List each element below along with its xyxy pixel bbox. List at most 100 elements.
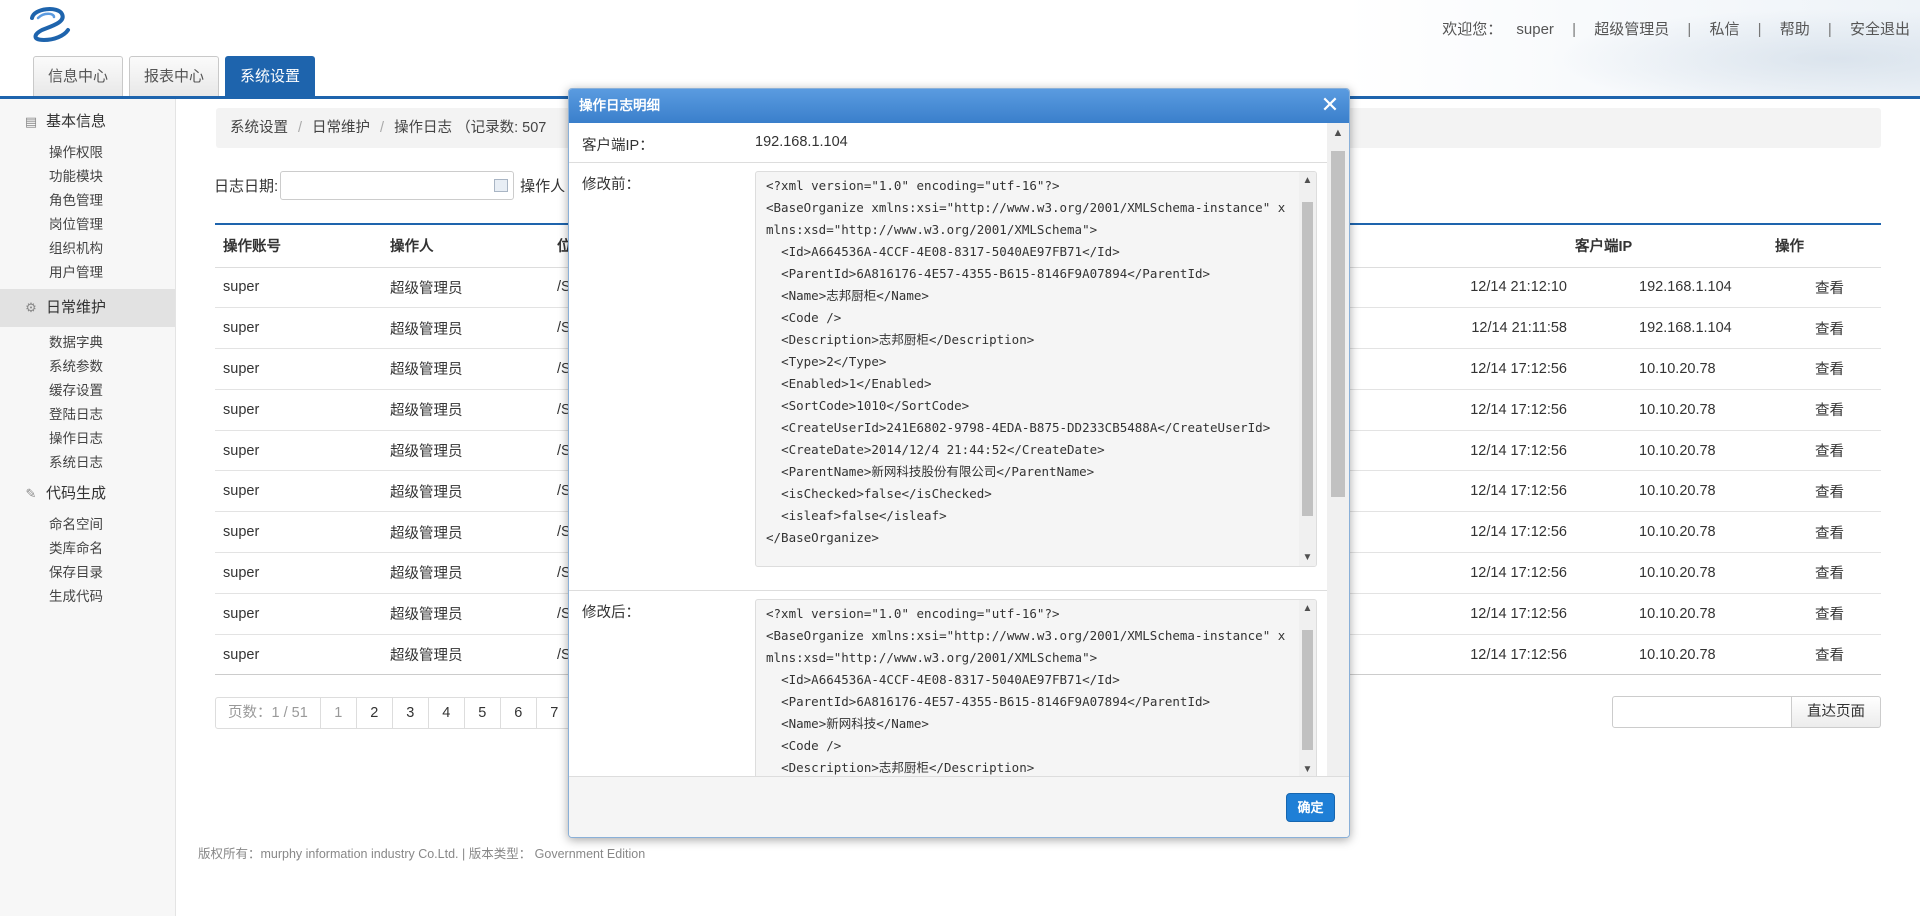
top-header: 欢迎您： super | 超级管理员 | 私信 | 帮助 | 安全退出 信息中心… xyxy=(0,0,1920,99)
footer-copyright: 版权所有：murphy information industry Co.Ltd.… xyxy=(198,847,646,861)
calendar-icon[interactable] xyxy=(494,178,509,192)
operator-filter-label: 操作人 xyxy=(520,177,566,195)
sidebar-item-permissions[interactable]: 操作权限 xyxy=(0,141,175,165)
client-ip-cell: 10.10.20.78 xyxy=(1567,511,1767,554)
sidebar-item-positions[interactable]: 岗位管理 xyxy=(0,213,175,237)
scroll-thumb[interactable] xyxy=(1331,151,1345,497)
client-ip-cell: 10.10.20.78 xyxy=(1567,389,1767,431)
view-link[interactable]: 查看 xyxy=(1767,307,1881,350)
dialog-scrollbar[interactable]: ▲ xyxy=(1327,123,1349,776)
account-cell: super xyxy=(215,348,382,390)
role-link[interactable]: 超级管理员 xyxy=(1594,18,1669,39)
client-ip-cell: 10.10.20.78 xyxy=(1567,348,1767,390)
operator-cell: 超级管理员 xyxy=(382,348,549,390)
sidebar-item-system-params[interactable]: 系统参数 xyxy=(0,355,175,379)
scroll-thumb[interactable] xyxy=(1302,630,1313,750)
sidebar-group-codegen[interactable]: ✎ 代码生成 xyxy=(0,475,175,513)
after-xml-textarea[interactable]: <?xml version="1.0" encoding="utf-16"?> … xyxy=(755,599,1317,776)
tab-info-center[interactable]: 信息中心 xyxy=(33,56,124,98)
sidebar-item-modules[interactable]: 功能模块 xyxy=(0,165,175,189)
sidebar-item-dictionary[interactable]: 数据字典 xyxy=(0,331,175,355)
page-number[interactable]: 2 xyxy=(357,698,393,728)
username-link[interactable]: super xyxy=(1516,21,1554,38)
sidebar-item-system-log[interactable]: 系统日志 xyxy=(0,451,175,475)
sidebar-item-organization[interactable]: 组织机构 xyxy=(0,237,175,261)
view-link[interactable]: 查看 xyxy=(1767,430,1881,472)
view-link[interactable]: 查看 xyxy=(1767,511,1881,554)
goto-page-button[interactable]: 直达页面 xyxy=(1792,696,1881,728)
scroll-down-arrow-icon[interactable]: ▼ xyxy=(1299,549,1316,566)
header-separator: | xyxy=(1757,21,1762,38)
logout-link[interactable]: 安全退出 xyxy=(1850,18,1910,39)
goto-page-input[interactable] xyxy=(1612,696,1792,728)
view-link[interactable]: 查看 xyxy=(1767,593,1881,635)
breadcrumb-item[interactable]: 日常维护 xyxy=(312,120,370,136)
pencil-icon: ✎ xyxy=(25,486,37,501)
dialog-header[interactable]: 操作日志明细 ✕ xyxy=(569,89,1349,123)
page-number[interactable]: 6 xyxy=(501,698,537,728)
scroll-thumb[interactable] xyxy=(1302,202,1313,516)
sidebar-group-basic-info[interactable]: ▤ 基本信息 xyxy=(0,103,175,141)
sidebar-item-class-naming[interactable]: 类库命名 xyxy=(0,537,175,561)
view-link[interactable]: 查看 xyxy=(1767,470,1881,513)
sidebar-item-roles[interactable]: 角色管理 xyxy=(0,189,175,213)
account-cell: super xyxy=(215,389,382,431)
before-xml-textarea[interactable]: <?xml version="1.0" encoding="utf-16"?> … xyxy=(755,171,1317,567)
sidebar-item-operation-log[interactable]: 操作日志 xyxy=(0,427,175,451)
scroll-up-arrow-icon[interactable]: ▲ xyxy=(1299,600,1316,617)
sidebar-group-maintenance[interactable]: ⚙ 日常维护 xyxy=(0,289,175,327)
scroll-up-arrow-icon[interactable]: ▲ xyxy=(1327,127,1349,139)
sidebar-item-login-log[interactable]: 登陆日志 xyxy=(0,403,175,427)
operator-cell: 超级管理员 xyxy=(382,430,549,472)
client-ip-cell: 10.10.20.78 xyxy=(1567,470,1767,513)
after-label: 修改后： xyxy=(582,605,640,621)
tab-report-center[interactable]: 报表中心 xyxy=(129,56,220,98)
page-number[interactable]: 3 xyxy=(393,698,429,728)
page-number[interactable]: 5 xyxy=(465,698,501,728)
view-link[interactable]: 查看 xyxy=(1767,348,1881,390)
column-header[interactable]: 客户端IP xyxy=(1567,224,1767,268)
sidebar-item-save-dir[interactable]: 保存目录 xyxy=(0,561,175,585)
before-xml-scrollbar[interactable]: ▲ ▼ xyxy=(1299,172,1316,566)
messages-link[interactable]: 私信 xyxy=(1709,18,1739,39)
scroll-up-arrow-icon[interactable]: ▲ xyxy=(1299,172,1316,189)
client-ip-cell: 10.10.20.78 xyxy=(1567,552,1767,594)
page-number[interactable]: 4 xyxy=(429,698,465,728)
welcome-label: 欢迎您： xyxy=(1442,21,1503,38)
column-header[interactable]: 操作账号 xyxy=(215,224,382,268)
client-ip-cell: 10.10.20.78 xyxy=(1567,430,1767,472)
sidebar: ▤ 基本信息 操作权限 功能模块 角色管理 岗位管理 组织机构 用户管理 ⚙ 日… xyxy=(0,99,176,916)
client-ip-row: 客户端IP： 192.168.1.104 xyxy=(569,123,1327,163)
view-link[interactable]: 查看 xyxy=(1767,267,1881,309)
after-xml-scrollbar[interactable]: ▲ ▼ xyxy=(1299,600,1316,776)
help-link[interactable]: 帮助 xyxy=(1780,18,1810,39)
view-link[interactable]: 查看 xyxy=(1767,634,1881,676)
header-separator: | xyxy=(1572,21,1577,38)
header-separator: | xyxy=(1687,21,1692,38)
page-number[interactable]: 1 xyxy=(321,698,357,728)
sidebar-group-label: 基本信息 xyxy=(46,113,107,130)
operator-cell: 超级管理员 xyxy=(382,267,549,309)
client-ip-cell: 10.10.20.78 xyxy=(1567,593,1767,635)
view-link[interactable]: 查看 xyxy=(1767,552,1881,594)
confirm-button[interactable]: 确定 xyxy=(1286,793,1335,822)
view-link[interactable]: 查看 xyxy=(1767,389,1881,431)
sidebar-item-namespace[interactable]: 命名空间 xyxy=(0,513,175,537)
operator-cell: 超级管理员 xyxy=(382,511,549,554)
column-header[interactable]: 操作人 xyxy=(382,224,549,268)
account-cell: super xyxy=(215,267,382,309)
after-xml-content: <?xml version="1.0" encoding="utf-16"?> … xyxy=(766,606,1286,775)
sidebar-item-cache[interactable]: 缓存设置 xyxy=(0,379,175,403)
sidebar-item-users[interactable]: 用户管理 xyxy=(0,261,175,285)
operator-cell: 超级管理员 xyxy=(382,593,549,635)
scroll-down-arrow-icon[interactable]: ▼ xyxy=(1299,761,1316,776)
breadcrumb-separator: / xyxy=(380,120,385,136)
breadcrumb-item[interactable]: 系统设置 xyxy=(230,120,288,136)
breadcrumb-separator: / xyxy=(298,120,303,136)
before-row: 修改前： <?xml version="1.0" encoding="utf-1… xyxy=(569,163,1327,591)
account-cell: super xyxy=(215,430,382,472)
tab-system-settings[interactable]: 系统设置 xyxy=(225,56,316,98)
date-filter-input[interactable] xyxy=(280,170,515,200)
close-icon[interactable]: ✕ xyxy=(1319,94,1341,117)
sidebar-item-generate-code[interactable]: 生成代码 xyxy=(0,585,175,609)
